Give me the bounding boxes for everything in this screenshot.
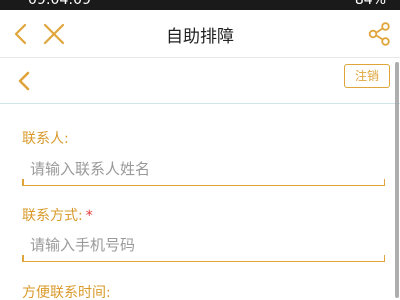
share-icon [368, 22, 390, 46]
input-edge-left [22, 179, 24, 186]
status-bar: 09:04:09 84% [0, 0, 400, 10]
chevron-left-icon [14, 23, 27, 45]
status-time: 09:04:09 [28, 0, 91, 8]
sub-back-button[interactable] [14, 66, 36, 96]
status-battery: 84% [354, 0, 386, 8]
close-button[interactable] [40, 20, 68, 48]
contact-method-label-text: 联系方式: [22, 208, 83, 224]
required-mark: * [85, 208, 93, 224]
title-bar: 自助排障 [0, 10, 400, 58]
scrollbar[interactable] [395, 62, 399, 298]
contact-time-label: 方便联系时间: [22, 285, 111, 300]
close-icon [43, 23, 65, 45]
sub-header: 注销 [0, 58, 400, 104]
contact-method-label: 联系方式: * [22, 205, 93, 225]
input-edge-right [383, 179, 385, 186]
chevron-left-icon [18, 71, 30, 91]
logout-button[interactable]: 注销 [344, 64, 390, 88]
contact-name-label: 联系人: [22, 131, 69, 147]
contact-method-input[interactable] [22, 228, 385, 262]
back-button[interactable] [10, 20, 34, 48]
share-button[interactable] [366, 20, 392, 48]
contact-name-input[interactable] [22, 152, 385, 186]
input-edge-right [383, 255, 385, 262]
contact-form: 联系人: 联系方式:* 方便联系时间: [0, 104, 400, 300]
input-edge-left [22, 255, 24, 262]
